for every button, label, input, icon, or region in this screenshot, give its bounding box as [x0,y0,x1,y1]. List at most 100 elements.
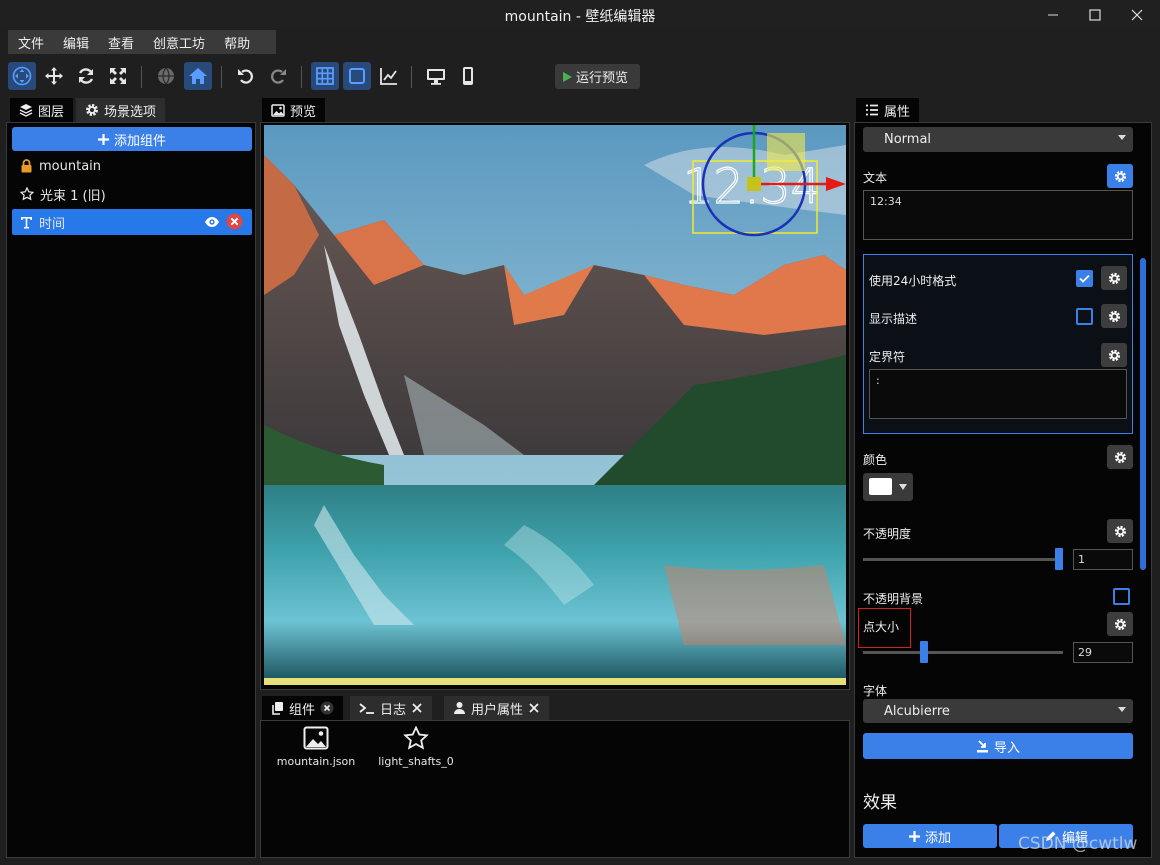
layer-item-label: mountain [39,158,102,174]
title-bar: mountain - 壁纸编辑器 [0,0,1160,30]
menu-view[interactable]: 查看 [98,30,143,54]
color-label: 颜色 [863,453,888,467]
user-icon [454,702,465,714]
local-space-button[interactable] [184,62,212,90]
asset-item[interactable]: mountain.json [276,726,356,772]
desktop-icon [427,69,445,85]
tab-layers-label: 图层 [38,104,65,120]
checkmark-icon [1079,274,1090,283]
bounds-toggle-button[interactable] [343,62,371,90]
run-preview-button[interactable]: 运行预览 [555,64,640,89]
delete-icon[interactable] [226,213,243,230]
delimiter-field[interactable]: : [869,369,1127,419]
show-desc-checkbox[interactable] [1076,308,1093,325]
window-title: mountain - 壁纸编辑器 [504,9,656,25]
globe-icon [158,67,174,85]
opacity-input[interactable]: 1 [1073,549,1133,570]
add-component-label: 添加组件 [113,133,166,149]
text-settings-button[interactable] [1107,164,1133,188]
undo-button[interactable] [232,62,260,90]
delimiter-settings-button[interactable] [1101,343,1127,367]
close-button[interactable] [1114,0,1160,30]
plus-icon [97,133,109,145]
close-tab-icon[interactable] [528,702,540,714]
chevron-down-icon [1118,135,1126,140]
desktop-view-button[interactable] [422,62,450,90]
global-space-button[interactable] [152,62,180,90]
point-size-slider[interactable] [863,651,1063,654]
mobile-icon [463,67,473,85]
tab-log[interactable]: 日志 [350,696,433,720]
asset-item-label: mountain.json [276,755,356,768]
star-icon [20,187,34,201]
tab-properties[interactable]: 属性 [856,98,920,122]
redo-button[interactable] [264,62,292,90]
point-size-input[interactable]: 29 [1073,642,1133,663]
chart-toggle-button[interactable] [375,62,403,90]
layer-item-mountain[interactable]: mountain [12,153,252,179]
tab-preview[interactable]: 预览 [262,98,326,122]
layer-item-light-shafts[interactable]: 光束 1 (旧) [12,181,252,207]
tab-scene-options[interactable]: 场景选项 [76,98,166,122]
menu-edit[interactable]: 编辑 [53,30,98,54]
play-icon [563,71,572,82]
tab-scene-options-label: 场景选项 [104,104,157,120]
mobile-view-button[interactable] [454,62,482,90]
chevron-down-icon [899,484,907,490]
list-icon [866,104,878,116]
point-size-settings-button[interactable] [1107,612,1133,636]
select-tool-button[interactable] [8,62,36,90]
use-24h-label: 使用24小时格式 [869,274,957,288]
add-component-button[interactable]: 添加组件 [12,127,252,151]
color-picker[interactable] [863,473,913,501]
menu-file[interactable]: 文件 [8,30,53,54]
gear-icon [86,104,98,116]
rotate-tool-button[interactable] [72,62,100,90]
layer-item-time[interactable]: 时间 [12,209,252,235]
menu-help[interactable]: 帮助 [214,30,259,54]
use-24h-checkbox[interactable] [1076,270,1093,287]
eye-icon[interactable] [204,215,220,229]
menu-workshop[interactable]: 创意工坊 [143,30,214,54]
square-icon [349,68,365,84]
chevron-down-icon [1118,707,1126,712]
add-effect-button[interactable]: 添加 [863,824,997,848]
blend-mode-select[interactable]: Normal [863,127,1133,152]
grid-toggle-button[interactable] [311,62,339,90]
import-font-button[interactable]: 导入 [863,733,1133,759]
font-select[interactable]: Alcubierre [863,699,1133,723]
center-gizmo-handle[interactable] [747,177,761,191]
show-desc-settings-button[interactable] [1101,304,1127,328]
tab-preview-label: 预览 [290,104,317,120]
use-24h-settings-button[interactable] [1101,266,1127,290]
properties-scrollbar[interactable] [1140,258,1146,570]
text-label: 文本 [863,171,888,185]
opacity-slider-thumb[interactable] [1055,548,1063,570]
copy-icon [272,702,283,715]
tab-user-properties[interactable]: 用户属性 [444,696,550,720]
gear-icon [1114,618,1126,630]
opacity-settings-button[interactable] [1107,519,1133,543]
minimize-button[interactable] [1030,0,1076,30]
scale-gizmo-handle[interactable] [767,133,805,171]
close-tab-icon[interactable] [320,701,334,715]
text-field[interactable]: 12:34 [863,190,1133,240]
move-tool-button[interactable] [40,62,68,90]
show-desc-label: 显示描述 [869,312,918,326]
point-size-slider-thumb[interactable] [920,641,928,663]
opacity-slider[interactable] [863,558,1063,561]
scale-tool-button[interactable] [104,62,132,90]
close-tab-icon[interactable] [411,702,423,714]
plus-icon [908,830,920,842]
asset-item-label: light_shafts_0 [378,755,454,768]
maximize-button[interactable] [1072,0,1118,30]
tab-layers[interactable]: 图层 [10,98,74,122]
asset-item[interactable]: light_shafts_0 [376,725,456,772]
preview-canvas[interactable]: 12:34 [264,125,846,685]
color-settings-button[interactable] [1107,445,1133,469]
opaque-bg-checkbox[interactable] [1113,588,1130,605]
gear-icon [1114,451,1126,463]
tab-components[interactable]: 组件 [262,696,344,720]
tab-components-label: 组件 [289,702,316,718]
run-preview-label: 运行预览 [576,71,629,86]
